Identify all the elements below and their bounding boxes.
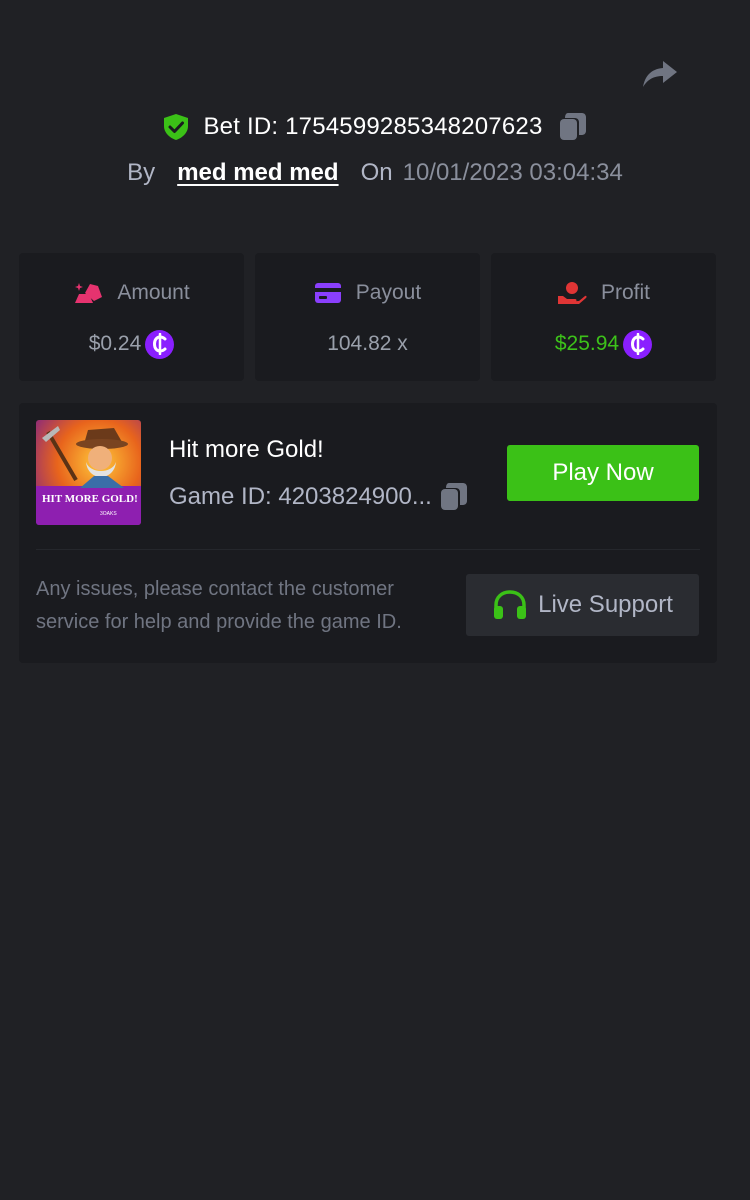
- headset-icon: [492, 589, 528, 621]
- game-title: Hit more Gold!: [169, 436, 324, 463]
- bet-date: 10/01/2023 03:04:34: [402, 159, 623, 186]
- payout-card: Payout 104.82 x: [255, 253, 480, 381]
- username-link[interactable]: med med med: [177, 159, 338, 187]
- coin-icon: [145, 329, 175, 359]
- divider: [36, 549, 700, 550]
- by-label: By: [127, 159, 156, 186]
- game-panel: HIT MORE GOLD! 3OAKS Hit more Gold! Game…: [19, 403, 717, 663]
- bet-id-text: Bet ID: 1754599285348207623: [203, 113, 543, 140]
- amount-card: Amount $0.24: [19, 253, 244, 381]
- payout-label: Payout: [355, 281, 422, 304]
- bet-meta-row: By med med med On 10/01/2023 03:04:34: [0, 155, 750, 191]
- profit-label: Profit: [600, 281, 650, 304]
- amount-value: $0.24: [88, 332, 142, 355]
- play-now-button[interactable]: Play Now: [507, 445, 699, 501]
- credit-card-icon: [314, 282, 342, 304]
- game-id-text: Game ID: 4203824900...: [169, 483, 432, 510]
- game-thumbnail[interactable]: HIT MORE GOLD! 3OAKS: [36, 420, 141, 525]
- copy-bet-id-icon[interactable]: [559, 112, 587, 142]
- profit-value: $25.94: [554, 332, 620, 355]
- copy-game-id-icon[interactable]: [440, 482, 468, 512]
- live-support-label: Live Support: [538, 591, 673, 618]
- hand-money-icon: [557, 281, 587, 305]
- live-support-button[interactable]: Live Support: [466, 574, 699, 636]
- support-message: Any issues, please contact the customer …: [36, 578, 402, 633]
- thumbnail-title: HIT MORE GOLD!: [42, 493, 138, 505]
- thumbnail-badge: 3OAKS: [100, 511, 117, 517]
- payout-value: 104.82 x: [327, 332, 408, 355]
- coin-icon: [623, 329, 653, 359]
- share-arrow-icon: [643, 61, 677, 87]
- profit-card: Profit $25.94: [491, 253, 716, 381]
- amount-label: Amount: [117, 281, 190, 304]
- on-label: On: [360, 159, 393, 186]
- bet-id-row: Bet ID: 1754599285348207623: [0, 108, 750, 146]
- shield-check-icon: [163, 113, 189, 141]
- gold-bars-icon: [73, 281, 103, 305]
- game-id-row: Game ID: 4203824900...: [169, 481, 468, 513]
- share-button[interactable]: [640, 56, 680, 92]
